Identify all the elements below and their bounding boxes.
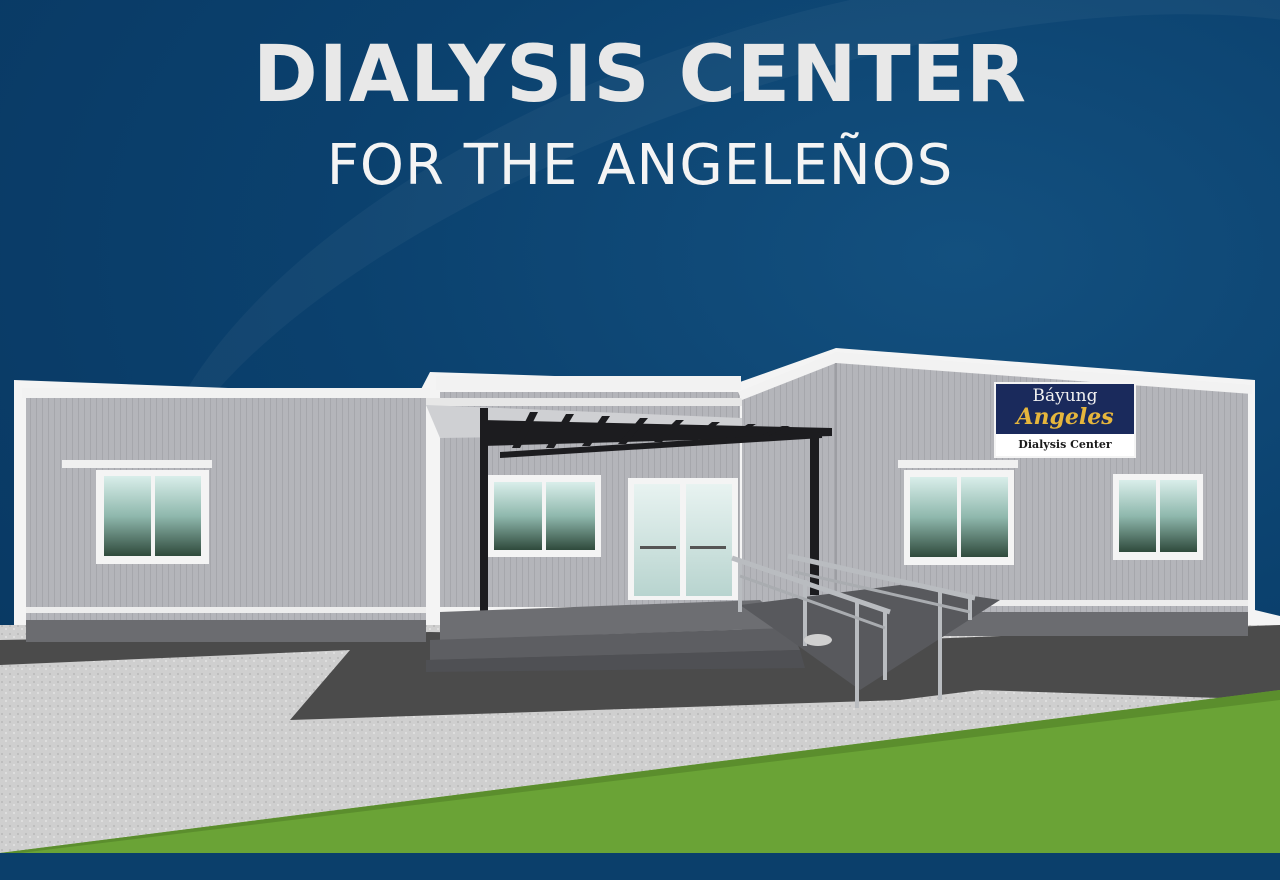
sign-line-2: Angeles	[1016, 404, 1114, 430]
window-middle	[488, 475, 601, 557]
entrance-doors	[628, 478, 738, 600]
window-right-2	[1113, 474, 1203, 560]
sign-line-3: Dialysis Center	[996, 434, 1134, 456]
porch-steps	[426, 600, 805, 672]
sign-line-1: Báyung	[1032, 386, 1098, 406]
building-sign: Báyung Angeles Dialysis Center	[994, 382, 1136, 458]
left-wing-wall	[26, 395, 426, 620]
window-right-1	[898, 460, 1018, 565]
